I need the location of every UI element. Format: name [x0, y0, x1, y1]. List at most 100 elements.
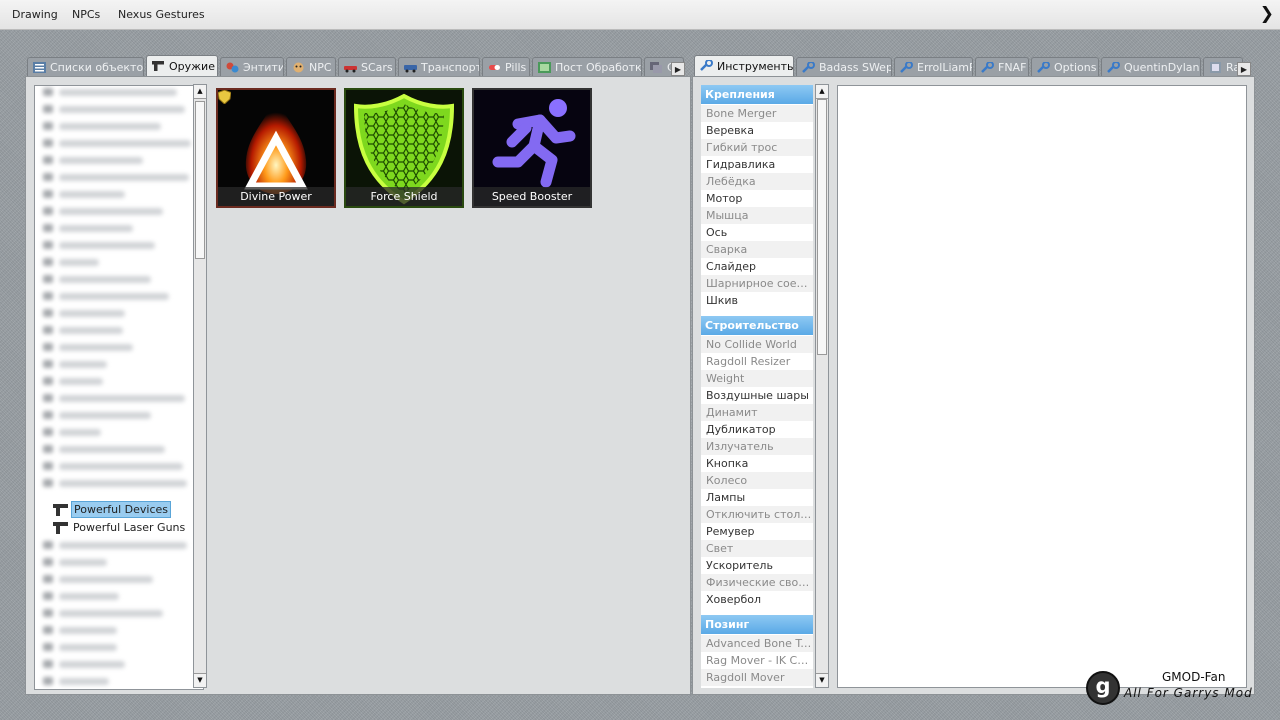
tab-scroll-right-icon[interactable]: ▶ [1237, 62, 1251, 76]
tool-item[interactable]: Гидравлика [701, 156, 813, 173]
blurred-tree-row [59, 225, 133, 232]
tool-item[interactable]: Мышца [701, 207, 813, 224]
spawnmenu-tabs: Списки объектов Оружие Энтити NPC SCars … [25, 55, 691, 77]
tool-item[interactable]: Дубликатор [701, 421, 813, 438]
tool-item[interactable]: Веревка [701, 122, 813, 139]
blurred-tree-icon [43, 207, 53, 215]
weapon-force-shield[interactable]: Force Shield [344, 88, 464, 208]
weapon-label: Divine Power [218, 187, 334, 206]
blurred-tree-icon [43, 377, 53, 385]
tool-settings-panel [837, 85, 1247, 688]
scroll-up-icon[interactable]: ▲ [194, 85, 206, 99]
tool-item[interactable]: Advanced Bone Tool [701, 635, 813, 652]
blurred-tree-icon [43, 558, 53, 566]
tool-item[interactable]: Rag Mover - IK Ch... [701, 652, 813, 669]
tool-item[interactable]: Ховербол [701, 591, 813, 608]
tab-fnaf[interactable]: FNAF [975, 57, 1029, 77]
dupe-icon [650, 62, 662, 73]
tool-item[interactable]: Лебёдка [701, 173, 813, 190]
npc-face-icon [293, 62, 304, 73]
tool-item[interactable]: Свет [701, 540, 813, 557]
tree-scrollbar[interactable]: ▲ ▼ [193, 84, 207, 688]
tab-npc[interactable]: NPC [286, 57, 336, 77]
scroll-thumb[interactable] [195, 101, 205, 259]
tool-item[interactable]: Weight [701, 370, 813, 387]
tool-item[interactable]: Воздушные шары [701, 387, 813, 404]
tab-errolliamp[interactable]: ErrolLiamP [894, 57, 973, 77]
top-menu-bar: Drawing NPCs Nexus Gestures ❯ [0, 0, 1280, 30]
tab-scars[interactable]: SCars [338, 57, 396, 77]
menu-expand-arrow-icon[interactable]: ❯ [1260, 4, 1274, 24]
tool-item[interactable]: Кнопка [701, 455, 813, 472]
tab-vehicles[interactable]: Транспорт [398, 57, 480, 77]
tool-item[interactable]: Ragdoll Resizer [701, 353, 813, 370]
menu-drawing[interactable]: Drawing [12, 8, 58, 21]
tool-list-scrollbar[interactable]: ▲ ▼ [815, 84, 829, 688]
scroll-down-icon[interactable]: ▼ [194, 673, 206, 687]
tool-item[interactable]: Мотор [701, 190, 813, 207]
blurred-tree-row [59, 123, 161, 130]
gun-icon [53, 522, 68, 534]
tool-item[interactable]: Сварка [701, 241, 813, 258]
tool-item[interactable]: Ускоритель [701, 557, 813, 574]
blurred-tree-row [59, 327, 123, 334]
weapon-speed-booster[interactable]: Speed Booster [472, 88, 592, 208]
gmod-logo-icon: g [1086, 671, 1120, 705]
tab-badass-sweps[interactable]: Badass SWeps [796, 57, 892, 77]
watermark-title: GMOD-Fan [1162, 670, 1226, 684]
blurred-tree-icon [43, 88, 53, 96]
blurred-tree-row [59, 412, 151, 419]
tree-item-label: Powerful Laser Guns [73, 521, 186, 534]
tab-pills[interactable]: Pills [482, 57, 530, 77]
tool-item[interactable]: Шкив [701, 292, 813, 309]
tool-item[interactable]: Ось [701, 224, 813, 241]
tool-item[interactable]: Шарнирное соеди... [701, 275, 813, 292]
blurred-tree-icon [43, 224, 53, 232]
tool-item[interactable]: Излучатель [701, 438, 813, 455]
category-header-construction[interactable]: Строительство [701, 316, 813, 335]
tool-item[interactable]: Колесо [701, 472, 813, 489]
blurred-tree-row [59, 661, 125, 668]
tool-item[interactable]: No Collide World [701, 336, 813, 353]
blurred-tree-icon [43, 428, 53, 436]
tab-weapons[interactable]: Оружие [146, 55, 218, 77]
tool-item[interactable]: Физические свойс... [701, 574, 813, 591]
weapon-divine-power[interactable]: Divine Power [216, 88, 336, 208]
menu-nexus-gestures[interactable]: Nexus Gestures [118, 8, 205, 21]
tab-postprocess[interactable]: Пост Обработка [532, 57, 642, 77]
tool-item[interactable]: Ragdoll Mover [701, 669, 813, 686]
tool-item[interactable]: Bone Merger [701, 105, 813, 122]
category-header-posing[interactable]: Позинг [701, 615, 813, 634]
blurred-tree-row [59, 378, 103, 385]
tab-scroll-right-icon[interactable]: ▶ [671, 62, 685, 76]
entity-icon [226, 62, 239, 73]
tab-spawnlists[interactable]: Списки объектов [27, 57, 144, 77]
blurred-tree-icon [43, 309, 53, 317]
tool-item[interactable]: Гибкий трос [701, 139, 813, 156]
menu-npcs[interactable]: NPCs [72, 8, 100, 21]
tab-tools[interactable]: Инструменты [694, 55, 794, 77]
tab-label: Инструменты [717, 60, 794, 73]
blurred-tree-row [59, 644, 117, 651]
tool-item[interactable]: Ремувер [701, 523, 813, 540]
blurred-tree-row [59, 463, 183, 470]
tool-item[interactable]: Слайдер [701, 258, 813, 275]
tool-item[interactable]: Лампы [701, 489, 813, 506]
scroll-down-icon[interactable]: ▼ [816, 673, 828, 687]
tab-entities[interactable]: Энтити [220, 57, 284, 77]
blurred-tree-row [59, 208, 163, 215]
wrench-icon [700, 60, 713, 71]
tab-quentindylanp[interactable]: QuentinDylanP [1101, 57, 1201, 77]
blurred-tree-row [59, 542, 187, 549]
toolmenu-body: Крепления Bone Merger Веревка Гибкий тро… [692, 76, 1255, 695]
blurred-tree-icon [43, 190, 53, 198]
blurred-tree-row [59, 429, 101, 436]
watermark: g GMOD-Fan All For Garrys Mod [1086, 670, 1276, 711]
category-header-constraints[interactable]: Крепления [701, 85, 813, 104]
tool-item[interactable]: Динамит [701, 404, 813, 421]
tab-label: FNAF [998, 61, 1027, 74]
tool-item[interactable]: Отключить столк... [701, 506, 813, 523]
tab-options[interactable]: Options [1031, 57, 1099, 77]
scroll-up-icon[interactable]: ▲ [816, 85, 828, 99]
scroll-thumb[interactable] [817, 99, 827, 355]
